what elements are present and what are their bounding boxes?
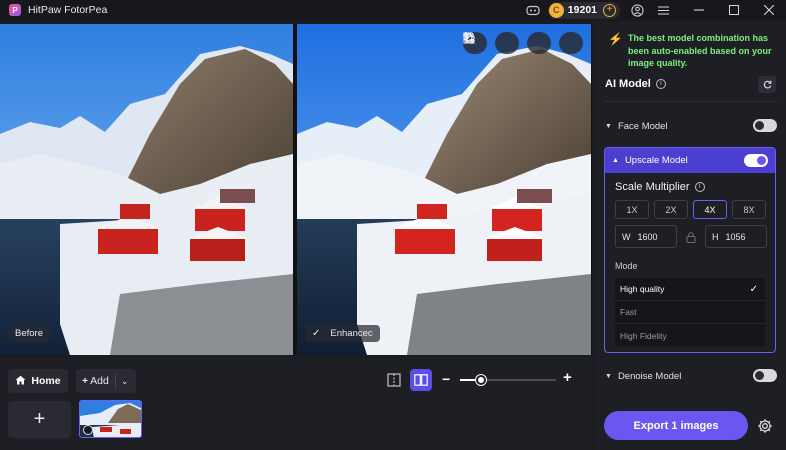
- side-by-side-view-icon[interactable]: [410, 369, 432, 391]
- export-button[interactable]: Export 1 images: [604, 411, 748, 440]
- enhanced-label-text: Enhancec: [330, 328, 373, 339]
- face-model-toggle[interactable]: [753, 119, 777, 132]
- enhanced-label: ✓ Enhancec: [305, 325, 380, 342]
- scale-2x-button[interactable]: 2X: [654, 200, 688, 219]
- refresh-icon: [763, 80, 771, 89]
- app-logo-icon: P: [9, 4, 21, 16]
- zoom-slider[interactable]: [460, 375, 556, 385]
- notice-text: The best model combination has been auto…: [627, 33, 772, 68]
- before-landscape-image: [0, 24, 293, 355]
- home-label: Home: [31, 375, 61, 387]
- denoise-model-toggle[interactable]: [753, 369, 777, 382]
- add-button[interactable]: + Add ⌄: [76, 369, 136, 393]
- width-field[interactable]: W 1600: [615, 225, 677, 248]
- upscale-model-header[interactable]: ▲ Upscale Model: [605, 148, 775, 173]
- settings-panel: ⚡ The best model combination has been au…: [596, 22, 786, 450]
- home-button[interactable]: Home: [8, 369, 68, 393]
- info-icon[interactable]: i: [694, 182, 705, 192]
- mode-option-label: High quality: [620, 284, 665, 294]
- upscale-model-label: Upscale Model: [624, 155, 688, 166]
- mode-list: High quality ✓ Fast High Fidelity: [615, 278, 765, 347]
- coin-balance[interactable]: C 19201 +: [547, 1, 620, 19]
- add-image-tile[interactable]: +: [8, 401, 71, 438]
- add-coins-icon[interactable]: +: [603, 3, 616, 17]
- upscale-model-toggle[interactable]: [744, 154, 768, 167]
- auto-enabled-notice: ⚡ The best model combination has been au…: [608, 32, 780, 70]
- close-icon[interactable]: [751, 0, 786, 20]
- scale-multiplier-text: Scale Multiplier: [615, 181, 690, 193]
- split-view-icon[interactable]: [384, 370, 404, 390]
- minimize-icon[interactable]: [681, 0, 716, 20]
- info-icon[interactable]: i: [655, 79, 666, 89]
- denoise-model-label: Denoise Model: [617, 370, 682, 382]
- zoom-out-button[interactable]: −: [442, 371, 450, 387]
- after-image-pane: ✓ Enhancec: [297, 24, 591, 355]
- check-icon: ✓: [312, 328, 321, 339]
- lock-icon[interactable]: [685, 231, 697, 243]
- collapse-triangle-icon: ▲: [612, 157, 619, 164]
- mode-label: Mode: [615, 261, 638, 271]
- home-icon: [15, 375, 26, 388]
- image-thumbnail[interactable]: [79, 400, 142, 438]
- expand-triangle-icon: ▼: [605, 372, 612, 380]
- account-icon[interactable]: [628, 1, 646, 19]
- upscale-model-section: ▲ Upscale Model Scale Multiplier i 1X 2X…: [604, 147, 776, 353]
- chevron-down-icon[interactable]: ⌄: [121, 376, 129, 387]
- mode-option-high-quality[interactable]: High quality ✓: [615, 278, 765, 301]
- mode-option-high-fidelity[interactable]: High Fidelity: [615, 324, 765, 347]
- app-window: P HitPaw FotorPea C 19201 + Before ✓ Enh…: [0, 0, 786, 450]
- scale-multiplier-title: Scale Multiplier i: [615, 181, 705, 193]
- crop-icon[interactable]: [463, 32, 583, 54]
- zoom-slider-handle[interactable]: [476, 375, 486, 385]
- zoom-in-icon[interactable]: [463, 32, 551, 54]
- thumbs-down-icon[interactable]: [463, 32, 519, 54]
- menu-icon[interactable]: [646, 0, 681, 20]
- expand-triangle-icon: ▼: [605, 122, 612, 130]
- scale-8x-button[interactable]: 8X: [732, 200, 766, 219]
- coin-count: 19201: [567, 4, 597, 16]
- mode-option-label: Fast: [620, 307, 637, 317]
- bottom-panel: Home + Add ⌄ − + +: [0, 357, 592, 450]
- enhanced-landscape-image: [297, 24, 591, 355]
- reset-button[interactable]: [758, 76, 776, 93]
- add-label: Add: [90, 375, 109, 387]
- scale-1x-button[interactable]: 1X: [615, 200, 649, 219]
- maximize-icon[interactable]: [716, 0, 751, 20]
- height-key: H: [712, 231, 719, 242]
- width-key: W: [622, 231, 631, 242]
- title-bar: P HitPaw FotorPea C 19201 +: [0, 0, 786, 20]
- settings-gear-icon[interactable]: [756, 417, 774, 435]
- zoom-in-button[interactable]: +: [563, 369, 572, 386]
- image-toolbar: [463, 32, 583, 54]
- before-label: Before: [8, 325, 50, 342]
- width-value: 1600: [637, 231, 658, 242]
- face-model-label: Face Model: [617, 120, 668, 132]
- before-image-pane: Before: [0, 24, 293, 355]
- scale-4x-button[interactable]: 4X: [693, 200, 727, 219]
- discord-icon[interactable]: [524, 1, 542, 19]
- image-preview-area: Before ✓ Enhancec: [0, 24, 592, 355]
- ai-model-title-text: AI Model: [605, 78, 651, 90]
- face-model-row[interactable]: ▼ Face Model: [605, 119, 777, 133]
- coin-icon: C: [548, 2, 564, 18]
- lightning-icon: ⚡: [608, 32, 623, 46]
- check-icon: ✓: [749, 283, 758, 295]
- denoise-model-row[interactable]: ▼ Denoise Model: [605, 369, 777, 383]
- mode-option-fast[interactable]: Fast: [615, 301, 765, 324]
- pending-clock-icon: [83, 425, 93, 435]
- height-field[interactable]: H 1056: [705, 225, 767, 248]
- scale-options: 1X 2X 4X 8X: [615, 200, 766, 219]
- height-value: 1056: [725, 231, 746, 242]
- ai-model-title: AI Model i: [605, 78, 666, 90]
- app-title: HitPaw FotorPea: [28, 4, 108, 16]
- mode-option-label: High Fidelity: [620, 330, 667, 341]
- plus-icon: +: [82, 375, 89, 387]
